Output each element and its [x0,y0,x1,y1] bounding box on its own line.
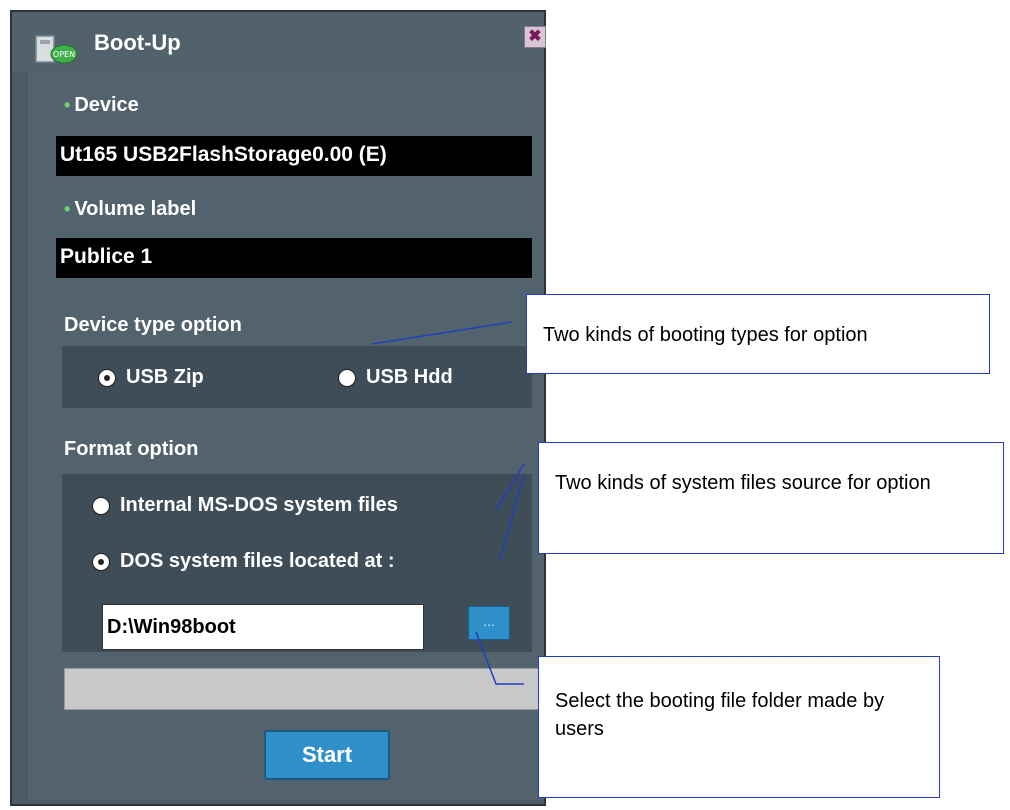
callout-line-folder [475,631,524,685]
callout-folder: Select the booting file folder made by u… [538,656,940,798]
callout-line-files-2 [499,473,525,561]
callout-line-booting [371,321,513,345]
callout-booting-types: Two kinds of booting types for option [526,294,990,374]
callout-system-files: Two kinds of system files source for opt… [538,442,1004,554]
